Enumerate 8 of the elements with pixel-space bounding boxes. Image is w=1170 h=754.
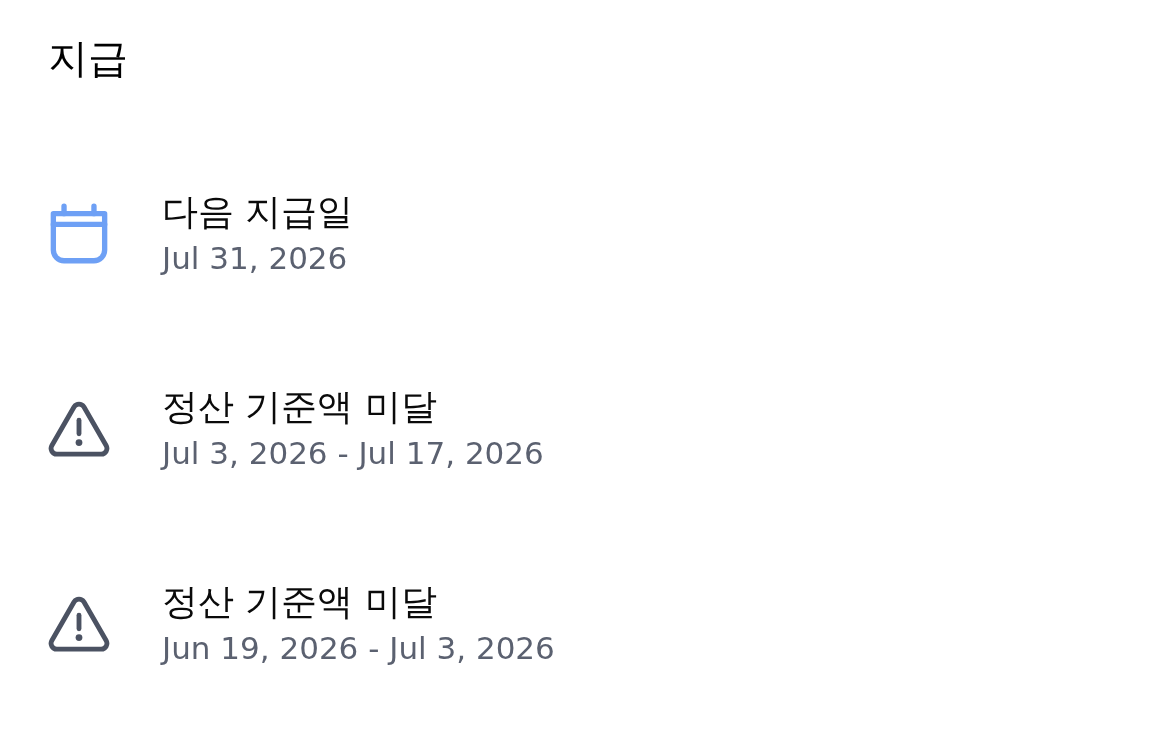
item-date: Jun 19, 2026 - Jul 3, 2026 bbox=[162, 629, 555, 668]
item-label: 다음 지급일 bbox=[162, 190, 354, 234]
item-label: 정산 기준액 미달 bbox=[162, 580, 437, 624]
page-title: 지급 bbox=[48, 34, 128, 83]
calendar-icon bbox=[48, 203, 110, 265]
item-label: 정산 기준액 미달 bbox=[162, 385, 437, 429]
item-date: Jul 3, 2026 - Jul 17, 2026 bbox=[162, 434, 544, 473]
item-date: Jul 31, 2026 bbox=[162, 239, 348, 278]
